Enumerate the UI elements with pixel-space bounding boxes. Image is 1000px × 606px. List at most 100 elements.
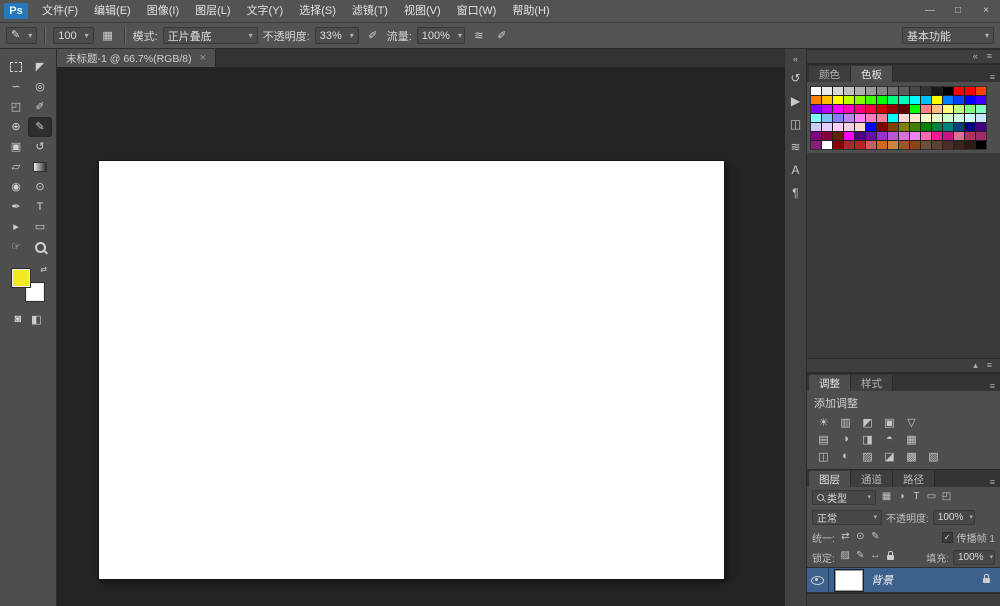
collapse-group-icon[interactable]: ▴ [973, 361, 978, 370]
color-balance-icon[interactable]: ◑ [837, 432, 854, 446]
brush-panel-toggle-icon[interactable]: ▦ [99, 27, 117, 44]
lock-position[interactable]: ↔ [869, 551, 882, 563]
color-swatch[interactable] [899, 105, 909, 113]
color-swatch[interactable] [833, 114, 843, 122]
color-swatch[interactable] [822, 96, 832, 104]
color-swatch[interactable] [822, 132, 832, 140]
brush-size-picker[interactable]: 100 [53, 27, 94, 44]
layer-filter-dropdown[interactable]: 类型 [812, 489, 876, 505]
color-swatch[interactable] [921, 105, 931, 113]
workspace-switcher[interactable]: 基本功能 [902, 27, 994, 44]
document-canvas[interactable] [99, 161, 724, 579]
tool-dodge[interactable]: ⊙ [28, 177, 52, 197]
levels-icon[interactable]: ▥ [837, 415, 854, 429]
lock-image-pixels[interactable]: ✎ [854, 551, 867, 563]
tool-pen[interactable]: ✒ [4, 197, 28, 217]
color-swatch[interactable] [910, 141, 920, 149]
color-swatch[interactable] [855, 132, 865, 140]
color-swatch[interactable] [932, 96, 942, 104]
menu-item[interactable]: 帮助(H) [504, 0, 557, 22]
color-swatch[interactable] [899, 114, 909, 122]
color-swatch[interactable] [833, 123, 843, 131]
tool-preset-picker[interactable]: ✎ [6, 27, 38, 44]
color-swatch[interactable] [921, 87, 931, 95]
color-swatch[interactable] [866, 87, 876, 95]
menu-item[interactable]: 窗口(W) [449, 0, 505, 22]
opacity-select[interactable]: 33% [314, 27, 359, 44]
color-swatch[interactable] [965, 132, 975, 140]
filter-pixel-layers[interactable]: ▦ [880, 492, 893, 502]
color-swatch[interactable] [811, 132, 821, 140]
lock-transparent-pixels[interactable]: ▨ [839, 551, 852, 563]
color-swatch[interactable] [932, 105, 942, 113]
color-swatch[interactable] [910, 87, 920, 95]
tool-path-selection[interactable]: ▸ [4, 217, 28, 237]
color-swatch[interactable] [877, 132, 887, 140]
color-swatch[interactable] [877, 141, 887, 149]
color-swatch[interactable] [965, 105, 975, 113]
menu-item[interactable]: 编辑(E) [86, 0, 139, 22]
color-swatch[interactable] [910, 123, 920, 131]
color-swatch[interactable] [833, 87, 843, 95]
tool-history-brush[interactable]: ↺ [28, 137, 52, 157]
color-swatch[interactable] [943, 105, 953, 113]
menu-item[interactable]: 文件(F) [34, 0, 86, 22]
color-swatch[interactable] [844, 141, 854, 149]
color-swatch[interactable] [822, 123, 832, 131]
tool-hand[interactable]: ☞ [4, 237, 28, 257]
properties-panel-icon[interactable]: ◫ [786, 112, 806, 135]
color-swatch[interactable] [910, 132, 920, 140]
vibrance-icon[interactable]: ▽ [903, 415, 920, 429]
panel-tab[interactable]: 颜色 [809, 66, 851, 82]
color-swatch[interactable] [932, 87, 942, 95]
canvas-area[interactable] [57, 68, 785, 606]
color-swatch[interactable] [888, 105, 898, 113]
foreground-color-swatch[interactable] [12, 269, 30, 287]
filter-smart-objects[interactable]: ◰ [940, 492, 953, 502]
layer-opacity-dropdown[interactable]: 100% [932, 509, 975, 525]
color-swatch[interactable] [965, 87, 975, 95]
gradient-map-icon[interactable]: ▩ [903, 449, 920, 463]
color-swatch[interactable] [943, 123, 953, 131]
panel-tab[interactable]: 色板 [851, 66, 893, 82]
filter-type-layers[interactable]: T [910, 492, 923, 502]
tool-blur[interactable]: ◉ [4, 177, 28, 197]
color-swatch[interactable] [877, 114, 887, 122]
brightness-contrast-icon[interactable]: ☀ [815, 415, 832, 429]
expand-dock-icon[interactable]: « [793, 52, 798, 66]
color-swatch[interactable] [811, 123, 821, 131]
close-button[interactable]: × [972, 0, 1000, 22]
lock-all[interactable] [884, 551, 897, 563]
layer-blend-mode-dropdown[interactable]: 正常 [812, 509, 882, 525]
fill-dropdown[interactable]: 100% [953, 549, 995, 565]
color-swatch[interactable] [943, 87, 953, 95]
color-swatch[interactable] [943, 132, 953, 140]
panel-tab[interactable]: 路径 [893, 471, 935, 487]
color-swatch[interactable] [844, 105, 854, 113]
color-swatch[interactable] [899, 96, 909, 104]
color-swatch[interactable] [976, 141, 986, 149]
color-swatch[interactable] [855, 96, 865, 104]
panel-tab[interactable]: 通道 [851, 471, 893, 487]
color-swatch[interactable] [921, 96, 931, 104]
color-swatch[interactable] [921, 141, 931, 149]
quick-mask-icon[interactable]: ◙ [14, 313, 21, 326]
color-swatch[interactable] [877, 87, 887, 95]
layer-thumbnail[interactable] [834, 568, 864, 592]
minimize-button[interactable]: — [916, 0, 944, 22]
menu-item[interactable]: 图像(I) [139, 0, 187, 22]
color-swatch[interactable] [833, 132, 843, 140]
tool-eraser[interactable]: ▱ [4, 157, 28, 177]
menu-item[interactable]: 滤镜(T) [344, 0, 396, 22]
panel-tab[interactable]: 图层 [809, 471, 851, 487]
color-swatch[interactable] [844, 123, 854, 131]
color-swatch[interactable] [921, 123, 931, 131]
color-swatch[interactable] [976, 87, 986, 95]
color-swatch[interactable] [866, 132, 876, 140]
color-swatch[interactable] [888, 141, 898, 149]
photo-filter-icon[interactable]: ◓ [881, 432, 898, 446]
color-swatch[interactable] [844, 96, 854, 104]
color-swatch[interactable] [954, 123, 964, 131]
airbrush-icon[interactable]: ≋ [470, 27, 488, 44]
actions-panel-icon[interactable]: ▶ [786, 89, 806, 112]
